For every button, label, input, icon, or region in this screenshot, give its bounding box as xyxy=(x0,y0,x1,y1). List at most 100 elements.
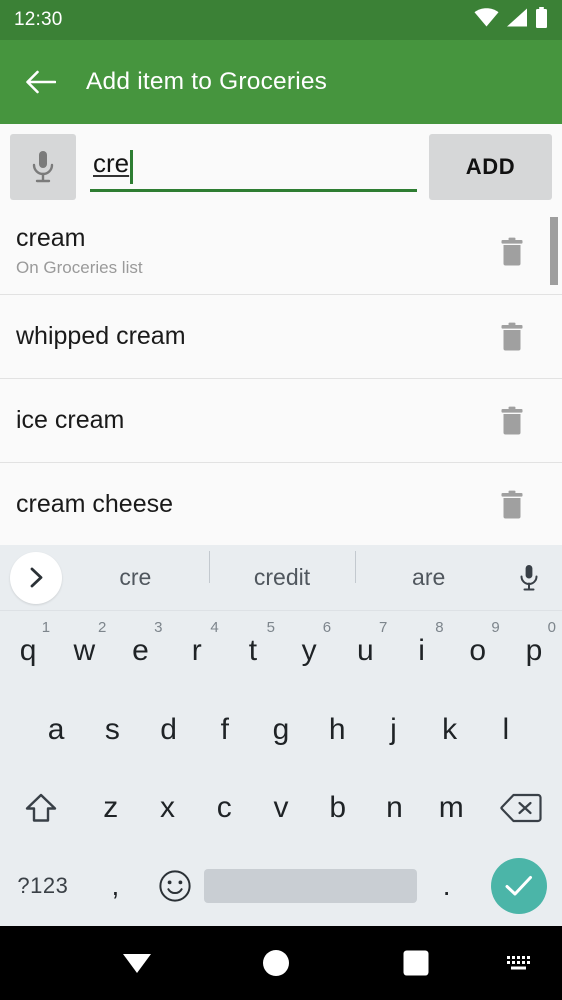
home-circle-icon xyxy=(263,950,289,976)
back-button[interactable] xyxy=(14,56,66,108)
key-p[interactable]: 0p xyxy=(506,611,562,691)
backspace-delete-icon xyxy=(500,793,542,823)
key-z[interactable]: z xyxy=(82,769,139,847)
list-scrollbar[interactable] xyxy=(550,209,560,543)
key-e[interactable]: 3e xyxy=(112,611,168,691)
item-name-input[interactable]: cre xyxy=(90,134,417,200)
key-r[interactable]: 4r xyxy=(169,611,225,691)
suggestion-word-group: cre credit are xyxy=(62,551,502,591)
trash-icon xyxy=(501,322,523,350)
keyboard-voice-button[interactable] xyxy=(502,564,556,592)
nav-keyboard-switcher-button[interactable] xyxy=(505,952,535,974)
key-j[interactable]: j xyxy=(365,691,421,769)
key-d[interactable]: d xyxy=(140,691,196,769)
list-item[interactable]: cream cheese xyxy=(0,463,562,547)
suggestion-word[interactable]: are xyxy=(355,551,502,591)
key-u[interactable]: 7u xyxy=(337,611,393,691)
key-label: e xyxy=(132,634,149,667)
key-s[interactable]: s xyxy=(84,691,140,769)
key-c[interactable]: c xyxy=(196,769,253,847)
key-label: o xyxy=(469,634,487,667)
shift-key[interactable] xyxy=(0,769,82,847)
key-i[interactable]: 8i xyxy=(393,611,449,691)
key-f[interactable]: f xyxy=(197,691,253,769)
list-item-title: cream xyxy=(16,224,86,253)
key-t[interactable]: 5t xyxy=(225,611,281,691)
list-item[interactable]: cream On Groceries list xyxy=(0,209,562,295)
spacebar-key[interactable] xyxy=(204,847,418,925)
key-l[interactable]: l xyxy=(478,691,534,769)
delete-item-button[interactable] xyxy=(490,399,534,443)
enter-key[interactable] xyxy=(476,847,562,925)
key-w[interactable]: 2w xyxy=(56,611,112,691)
on-screen-keyboard: cre credit are 1q 2w 3e 4r 5t 6y 7u 8i 9… xyxy=(0,545,562,926)
key-hint: 5 xyxy=(266,619,275,636)
keyboard-row-1: 1q 2w 3e 4r 5t 6y 7u 8i 9o 0p xyxy=(0,611,562,691)
collapse-keyboard-down-triangle-icon xyxy=(123,954,151,973)
keyboard-row-4: ?123 , . xyxy=(0,847,562,925)
chevron-right-icon xyxy=(30,567,42,588)
input-underline xyxy=(90,188,417,192)
key-m[interactable]: m xyxy=(423,769,480,847)
add-button[interactable]: ADD xyxy=(429,133,552,200)
key-b[interactable]: b xyxy=(309,769,366,847)
nav-home-button[interactable] xyxy=(261,948,291,978)
key-hint: 2 xyxy=(97,619,107,636)
comma-key[interactable]: , xyxy=(86,847,145,925)
status-icon-group xyxy=(474,7,548,33)
enter-key-surface xyxy=(491,858,548,914)
backspace-key[interactable] xyxy=(480,769,562,847)
key-o[interactable]: 9o xyxy=(450,611,506,691)
delete-item-button[interactable] xyxy=(490,230,534,274)
key-h[interactable]: h xyxy=(309,691,365,769)
key-hint: 4 xyxy=(210,619,219,636)
list-item[interactable]: whipped cream xyxy=(0,295,562,379)
list-scrollbar-thumb[interactable] xyxy=(550,217,558,285)
shift-up-arrow-icon xyxy=(25,793,57,822)
key-hint: 8 xyxy=(435,619,444,636)
battery-icon xyxy=(535,7,548,33)
key-y[interactable]: 6y xyxy=(281,611,337,691)
keyboard-row-2: a s d f g h j k l xyxy=(0,691,562,769)
key-a[interactable]: a xyxy=(28,691,84,769)
recents-square-icon xyxy=(403,950,429,976)
key-x[interactable]: x xyxy=(139,769,196,847)
list-item[interactable]: ice cream xyxy=(0,379,562,463)
key-label: q xyxy=(19,634,37,667)
microphone-icon xyxy=(520,564,538,590)
key-v[interactable]: v xyxy=(253,769,310,847)
spacebar-surface xyxy=(204,869,418,903)
arrow-left-icon xyxy=(25,70,56,94)
text-caret xyxy=(130,149,134,184)
key-q[interactable]: 1q xyxy=(0,611,56,691)
suggestion-word[interactable]: credit xyxy=(208,551,356,591)
emoji-key[interactable] xyxy=(145,847,204,925)
list-item-texts: cream On Groceries list xyxy=(16,225,490,277)
suggestion-word[interactable]: cre xyxy=(62,564,209,591)
key-label: i xyxy=(418,634,425,667)
keyboard-suggestion-strip: cre credit are xyxy=(0,545,562,611)
list-item-texts: ice cream xyxy=(16,406,490,435)
symbols-key[interactable]: ?123 xyxy=(0,847,86,925)
list-item-title: whipped cream xyxy=(16,321,186,350)
expand-suggestions-button[interactable] xyxy=(10,551,62,604)
checkmark-icon xyxy=(505,876,533,896)
key-label: y xyxy=(301,634,317,667)
key-hint: 3 xyxy=(154,619,163,636)
nav-back-button[interactable] xyxy=(116,948,158,978)
delete-item-button[interactable] xyxy=(490,483,534,527)
item-suggestion-list: cream On Groceries list whipped cream ic… xyxy=(0,209,562,547)
key-label: u xyxy=(356,634,374,667)
trash-icon xyxy=(501,490,523,518)
key-label: p xyxy=(525,634,543,667)
key-n[interactable]: n xyxy=(366,769,423,847)
key-hint: 6 xyxy=(322,619,332,636)
period-key[interactable]: . xyxy=(417,847,476,925)
delete-item-button[interactable] xyxy=(490,315,534,359)
nav-recents-button[interactable] xyxy=(402,949,430,977)
key-g[interactable]: g xyxy=(253,691,309,769)
key-k[interactable]: k xyxy=(422,691,478,769)
voice-input-button[interactable] xyxy=(10,133,76,200)
key-hint: 1 xyxy=(41,619,51,636)
microphone-icon xyxy=(32,150,54,182)
